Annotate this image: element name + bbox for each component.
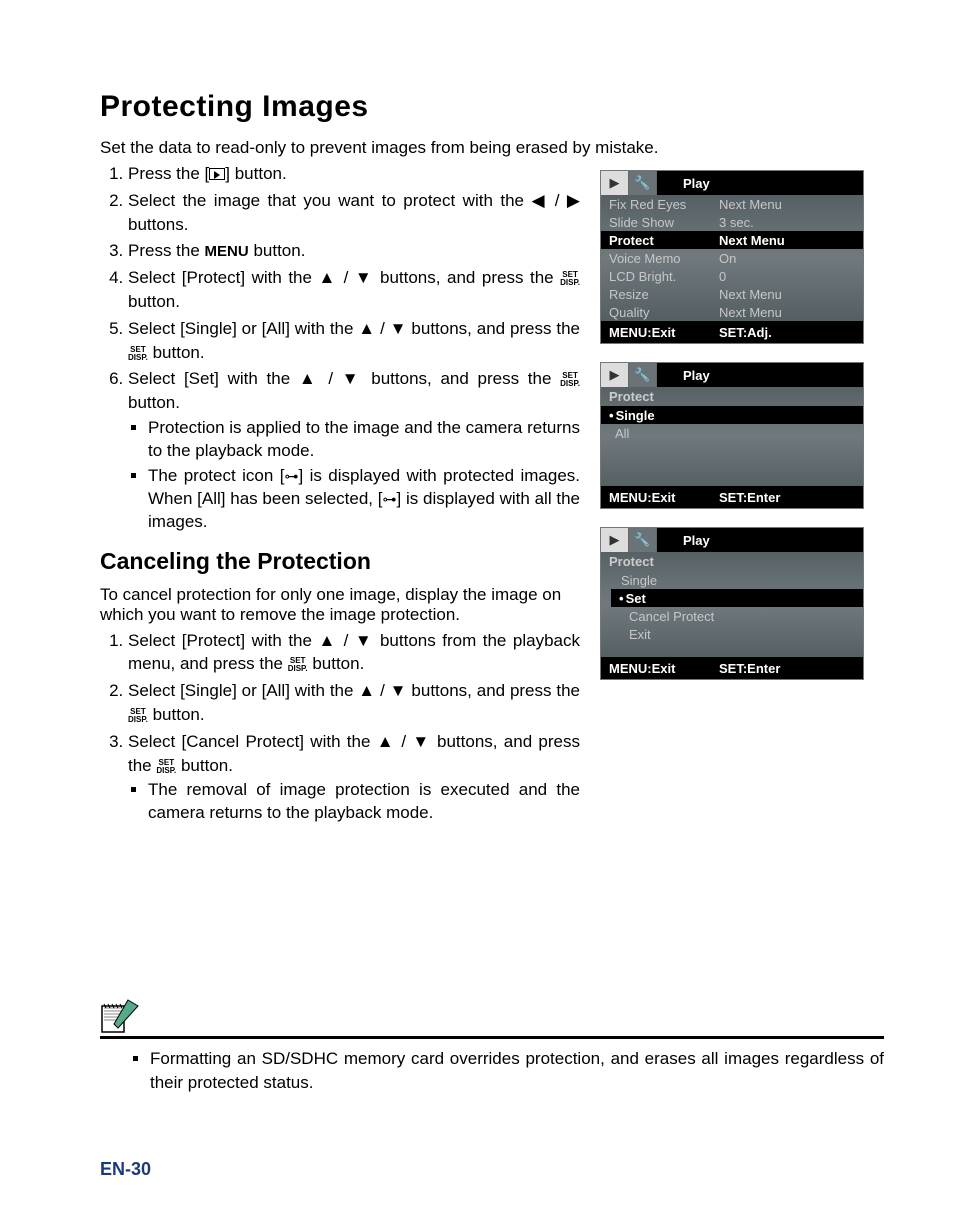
set-disp-icon: SETDISP. — [156, 759, 176, 775]
cstep-3: Select [Cancel Protect] with the ▲ / ▼ b… — [128, 730, 580, 825]
note-text: Formatting an SD/SDHC memory card overri… — [150, 1047, 884, 1095]
set-disp-icon: SETDISP. — [128, 708, 148, 724]
step-6: Select [Set] with the ▲ / ▼ buttons, and… — [128, 367, 580, 533]
bullet-a2: The protect icon [⊶] is displayed with p… — [148, 465, 580, 534]
row-voicememo: Voice Memo — [609, 251, 719, 266]
item-single: Single — [601, 406, 863, 424]
item-exit: Exit — [601, 625, 863, 643]
row-protect: Protect — [609, 233, 719, 248]
item-set: Set — [611, 589, 863, 607]
note-divider — [100, 1036, 884, 1039]
row-fixredeyes: Fix Red Eyes — [609, 197, 719, 212]
screen1-title: Play — [657, 171, 863, 195]
row-lcdbright: LCD Bright. — [609, 269, 719, 284]
cancel-steps: Select [Protect] with the ▲ / ▼ buttons … — [120, 629, 580, 826]
set-disp-icon: SETDISP. — [560, 372, 580, 388]
row-resize: Resize — [609, 287, 719, 302]
bullet-a1: Protection is applied to the image and t… — [148, 417, 580, 463]
footer-set-enter: SET:Enter — [719, 490, 855, 505]
footer-menu-exit: MENU:Exit — [609, 490, 719, 505]
intro-text: Set the data to read-only to prevent ima… — [100, 138, 884, 158]
screen3-heading: Protect — [601, 552, 863, 571]
tab-play-icon: ▶ — [601, 528, 629, 552]
tab-play-icon: ▶ — [601, 363, 629, 387]
camera-screen-1: ▶ 🔧 Play Fix Red EyesNext Menu Slide Sho… — [600, 170, 864, 344]
row-quality: Quality — [609, 305, 719, 320]
footer-set-adj: SET:Adj. — [719, 325, 855, 340]
step-2: Select the image that you want to protec… — [128, 189, 580, 237]
cancel-heading: Canceling the Protection — [100, 548, 580, 575]
footer-set-enter: SET:Enter — [719, 661, 855, 676]
set-disp-icon: SETDISP. — [560, 271, 580, 287]
cstep-1: Select [Protect] with the ▲ / ▼ buttons … — [128, 629, 580, 677]
tab-setup-icon: 🔧 — [629, 171, 657, 195]
protect-key-icon: ⊶ — [284, 468, 298, 484]
play-icon — [209, 168, 225, 180]
item-sub-single: Single — [601, 571, 863, 589]
footer-menu-exit: MENU:Exit — [609, 661, 719, 676]
screen2-title: Play — [657, 363, 863, 387]
row-slideshow: Slide Show — [609, 215, 719, 230]
item-all: All — [601, 424, 863, 442]
set-disp-icon: SETDISP. — [128, 346, 148, 362]
tab-setup-icon: 🔧 — [629, 363, 657, 387]
step-4: Select [Protect] with the ▲ / ▼ buttons,… — [128, 266, 580, 314]
bullet-b1: The removal of image protection is execu… — [148, 779, 580, 825]
step-1: Press the [] button. — [128, 162, 580, 186]
screen3-title: Play — [657, 528, 863, 552]
cancel-intro: To cancel protection for only one image,… — [100, 585, 580, 625]
step-3: Press the MENU button. — [128, 239, 580, 263]
step-5: Select [Single] or [All] with the ▲ / ▼ … — [128, 317, 580, 365]
tab-setup-icon: 🔧 — [629, 528, 657, 552]
camera-screen-3: ▶ 🔧 Play Protect Single Set Cancel Prote… — [600, 527, 864, 680]
protect-key-icon: ⊶ — [383, 491, 397, 507]
footer-menu-exit: MENU:Exit — [609, 325, 719, 340]
page-number: EN-30 — [100, 1159, 151, 1180]
screen2-heading: Protect — [601, 387, 863, 406]
menu-label: MENU — [205, 243, 249, 260]
camera-screen-2: ▶ 🔧 Play Protect Single All MENU:ExitSET… — [600, 362, 864, 509]
page-title: Protecting Images — [100, 90, 884, 124]
protect-steps: Press the [] button. Select the image th… — [120, 162, 580, 534]
item-cancel-protect: Cancel Protect — [601, 607, 863, 625]
cstep-2: Select [Single] or [All] with the ▲ / ▼ … — [128, 679, 580, 727]
notepad-icon — [100, 998, 140, 1034]
tab-play-icon: ▶ — [601, 171, 629, 195]
set-disp-icon: SETDISP. — [288, 657, 308, 673]
